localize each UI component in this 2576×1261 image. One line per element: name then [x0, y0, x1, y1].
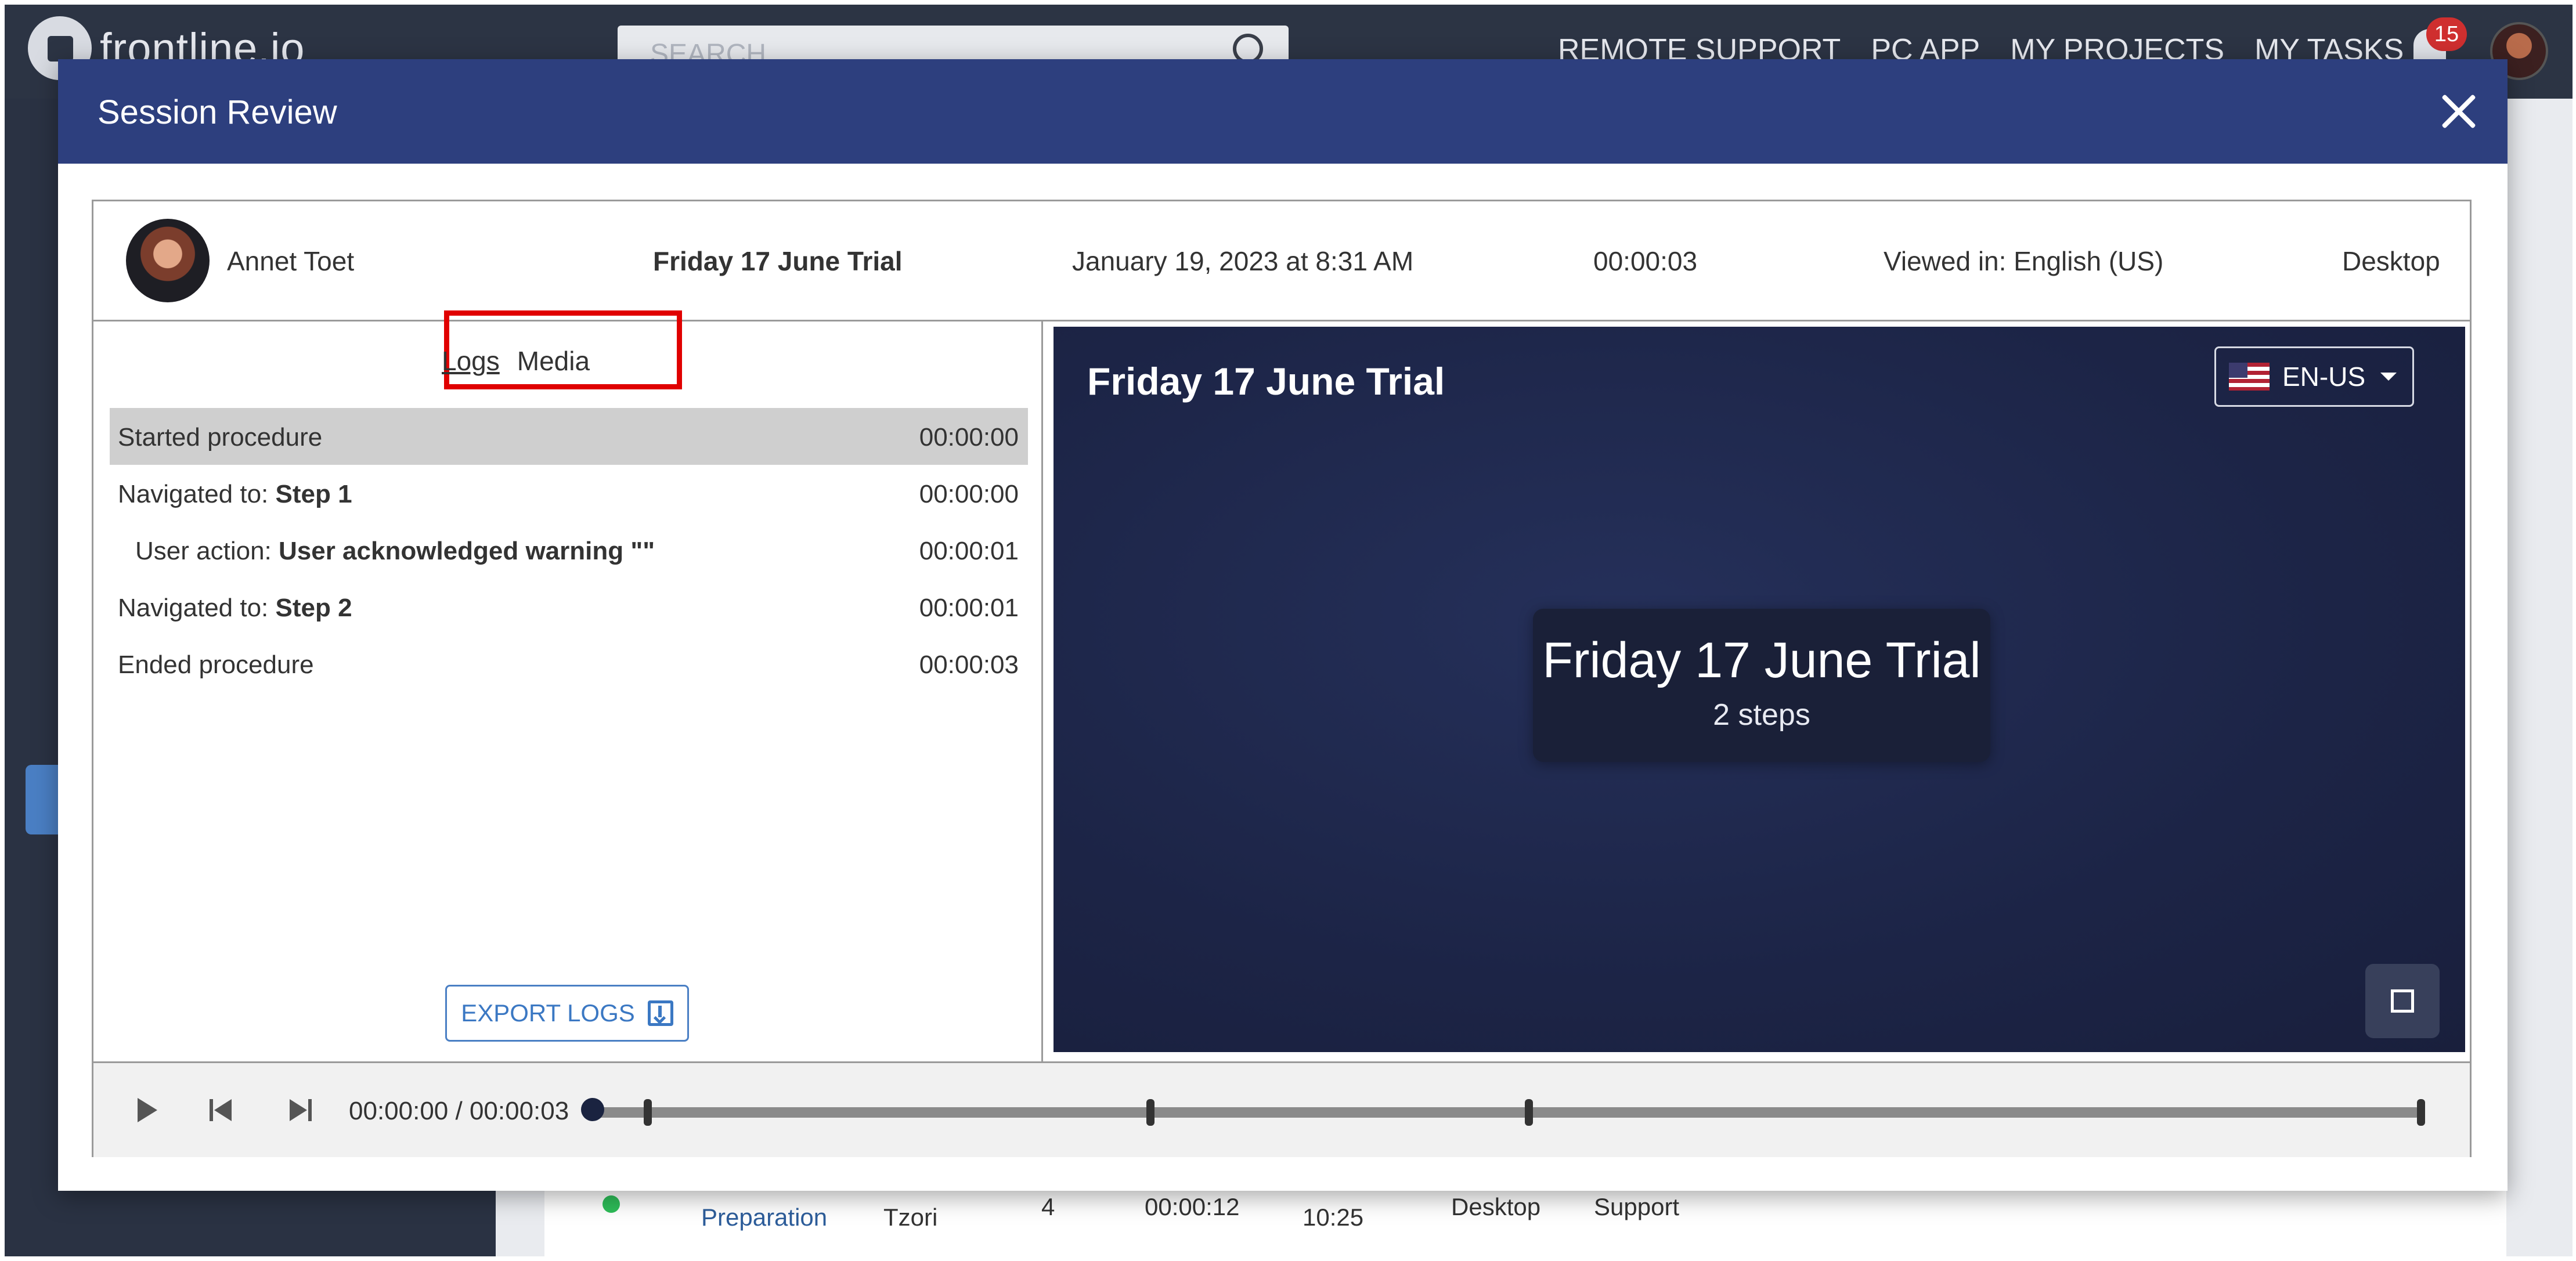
- session-panel: Annet Toet Friday 17 June Trial January …: [92, 200, 2472, 1157]
- log-time: 00:00:00: [919, 480, 1019, 508]
- log-text: Ended procedure: [118, 651, 314, 679]
- session-info-bar: Annet Toet Friday 17 June Trial January …: [93, 201, 2470, 321]
- log-text: Started procedure: [118, 423, 323, 451]
- procedure-viewer: Friday 17 June Trial EN-US Friday 17 Jun…: [1054, 327, 2465, 1052]
- log-time: 00:00:03: [919, 651, 1019, 679]
- log-entry[interactable]: Ended procedure 00:00:03: [110, 635, 1028, 692]
- export-logs-label: EXPORT LOGS: [461, 999, 635, 1027]
- row-count: 4: [1041, 1193, 1055, 1220]
- log-entry[interactable]: User action: User acknowledged warning "…: [110, 522, 1028, 579]
- timeline-track[interactable]: [581, 1098, 2425, 1126]
- log-target: Step 2: [275, 594, 352, 622]
- session-duration: 00:00:03: [1593, 246, 1698, 276]
- export-logs-button[interactable]: EXPORT LOGS: [445, 985, 689, 1042]
- modal-header: Session Review: [58, 59, 2508, 164]
- modal-title: Session Review: [98, 93, 337, 131]
- timeline-playhead[interactable]: [581, 1098, 604, 1121]
- log-prefix: User action:: [135, 537, 279, 565]
- row-type: Support: [1594, 1193, 1680, 1220]
- play-icon[interactable]: [132, 1096, 161, 1125]
- log-entry[interactable]: Navigated to: Step 2 00:00:01: [110, 579, 1028, 635]
- download-icon: [647, 1000, 673, 1026]
- log-prefix: Navigated to:: [118, 594, 276, 622]
- log-entry[interactable]: Started procedure 00:00:00: [110, 408, 1028, 465]
- session-date: January 19, 2023 at 8:31 AM: [1072, 246, 1414, 276]
- row-time: 10:25: [1303, 1204, 1364, 1231]
- procedure-card-title: Friday 17 June Trial: [1542, 633, 1981, 688]
- skip-back-icon[interactable]: [207, 1096, 236, 1125]
- view-tabs: Logs Media: [442, 345, 590, 377]
- timeline-marker[interactable]: [1146, 1099, 1154, 1126]
- close-icon[interactable]: [2434, 87, 2483, 136]
- viewer-title: Friday 17 June Trial: [1087, 360, 1445, 403]
- tab-logs[interactable]: Logs: [442, 345, 500, 377]
- us-flag-icon: [2229, 363, 2270, 391]
- log-time: 00:00:01: [919, 537, 1019, 565]
- procedure-card: Friday 17 June Trial 2 steps: [1533, 609, 1990, 762]
- playback-time: 00:00:00 / 00:00:03: [349, 1097, 569, 1125]
- session-procedure-name: Friday 17 June Trial: [653, 246, 903, 276]
- logs-panel: Logs Media Started procedure 00:00:00 Na…: [93, 310, 1043, 1061]
- session-device: Desktop: [2342, 246, 2440, 276]
- timeline-marker[interactable]: [1524, 1099, 1533, 1126]
- notification-badge: 15: [2426, 17, 2467, 51]
- row-duration: 00:00:12: [1145, 1193, 1240, 1220]
- language-dropdown[interactable]: EN-US: [2214, 346, 2414, 407]
- playback-bar: 00:00:00 / 00:00:03: [93, 1061, 2470, 1157]
- log-text: User action: User acknowledged warning "…: [135, 537, 655, 566]
- log-time: 00:00:00: [919, 423, 1019, 451]
- language-label: EN-US: [2282, 362, 2366, 392]
- row-user: Tzori: [883, 1204, 938, 1231]
- log-prefix: Navigated to:: [118, 480, 276, 508]
- log-text: Navigated to: Step 2: [118, 594, 352, 623]
- row-device: Desktop: [1451, 1193, 1541, 1220]
- log-text: Navigated to: Step 1: [118, 480, 352, 509]
- session-user-avatar: [126, 219, 210, 302]
- timeline-marker[interactable]: [643, 1099, 652, 1126]
- skip-forward-icon[interactable]: [285, 1096, 314, 1125]
- tab-media[interactable]: Media: [517, 345, 590, 377]
- log-entry[interactable]: Navigated to: Step 1 00:00:00: [110, 465, 1028, 522]
- caret-down-icon: [2380, 373, 2397, 381]
- log-target: User acknowledged warning "": [278, 537, 655, 565]
- log-list: Started procedure 00:00:00 Navigated to:…: [110, 408, 1028, 692]
- row-name[interactable]: Preparation: [701, 1204, 827, 1231]
- timeline-marker[interactable]: [2417, 1099, 2425, 1126]
- session-review-modal: Session Review Annet Toet Friday 17 June…: [58, 59, 2508, 1191]
- log-time: 00:00:01: [919, 594, 1019, 622]
- fullscreen-button[interactable]: [2365, 964, 2440, 1038]
- log-target: Step 1: [275, 480, 352, 508]
- session-user-name: Annet Toet: [227, 246, 355, 276]
- status-dot: [602, 1195, 620, 1213]
- session-viewed-language: Viewed in: English (US): [1884, 246, 2164, 276]
- procedure-card-steps: 2 steps: [1713, 698, 1810, 732]
